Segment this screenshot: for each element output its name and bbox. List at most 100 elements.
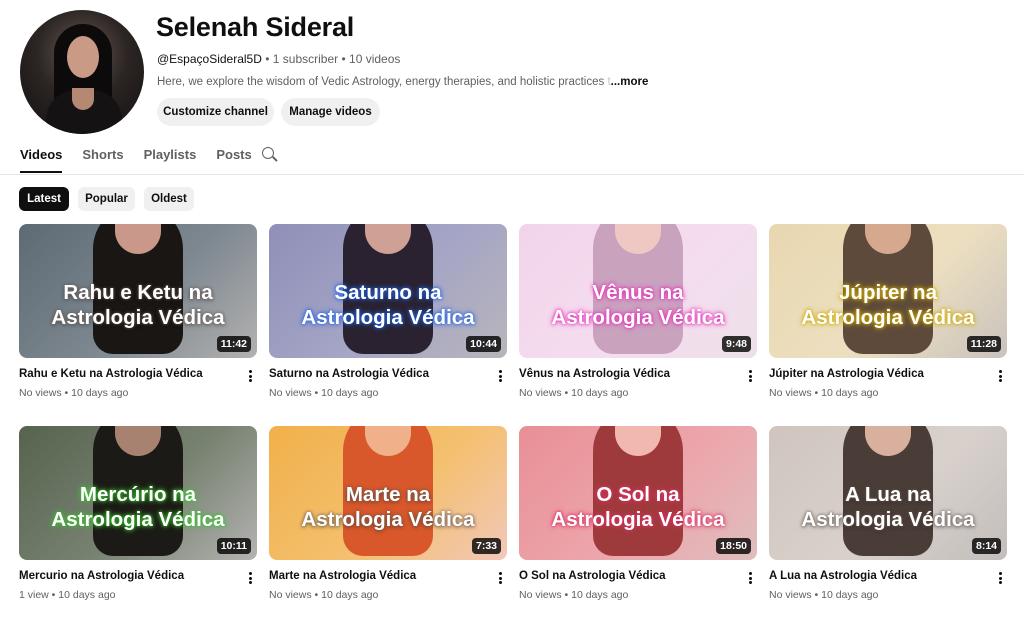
view-count: No views [269, 589, 312, 601]
video-title-row: O Sol na Astrologia Védica [519, 570, 757, 586]
manage-videos-button[interactable]: Manage videos [281, 98, 380, 126]
video-meta: No views • 10 days ago [19, 387, 257, 399]
description-text: Here, we explore the wisdom of Vedic Ast… [157, 76, 605, 88]
video-thumbnail[interactable]: Rahu e Ketu na Astrologia Védica 11:42 [19, 224, 257, 358]
duration-badge: 18:50 [716, 538, 751, 554]
view-count: No views [769, 589, 812, 601]
video-thumbnail[interactable]: Marte na Astrologia Védica 7:33 [269, 426, 507, 560]
video-thumbnail[interactable]: A Lua na Astrologia Védica 8:14 [769, 426, 1007, 560]
video-title[interactable]: Vênus na Astrologia Védica [519, 368, 757, 380]
caption-line: Astrologia Védica [801, 508, 975, 531]
customize-channel-button[interactable]: Customize channel [157, 98, 274, 126]
thumbnail-caption: A Lua na Astrologia Védica [769, 482, 1007, 532]
thumbnail-caption: Rahu e Ketu na Astrologia Védica [19, 280, 257, 330]
video-card[interactable]: O Sol na Astrologia Védica 18:50 O Sol na A… [519, 426, 757, 601]
video-thumbnail[interactable]: Saturno na Astrologia Védica 10:44 [269, 224, 507, 358]
more-vert-icon[interactable] [243, 368, 257, 384]
duration-badge: 11:42 [216, 336, 251, 352]
more-link[interactable]: ...more [611, 76, 649, 88]
duration-badge: 11:28 [966, 336, 1001, 352]
duration-badge: 10:11 [216, 538, 251, 554]
tab-videos[interactable]: Videos [20, 147, 63, 173]
meta-separator: • [561, 387, 572, 399]
meta-separator: • [61, 387, 72, 399]
caption-line: Mercúrio na [79, 483, 197, 506]
channel-description[interactable]: Here, we explore the wisdom of Vedic Ast… [157, 76, 648, 88]
duration-badge: 10:44 [466, 336, 501, 352]
upload-age: 10 days ago [321, 589, 379, 601]
video-meta: No views • 10 days ago [519, 589, 757, 601]
more-vert-icon[interactable] [493, 368, 507, 384]
meta-separator: • [338, 52, 350, 66]
video-meta: No views • 10 days ago [519, 387, 757, 399]
meta-separator: • [311, 589, 322, 601]
video-title[interactable]: A Lua na Astrologia Védica [769, 570, 1007, 582]
search-icon[interactable] [262, 147, 278, 163]
video-card[interactable]: Júpiter na Astrologia Védica 11:28 Júpiter … [769, 224, 1007, 399]
video-title-row: Vênus na Astrologia Védica [519, 368, 757, 384]
video-title-row: Júpiter na Astrologia Védica [769, 368, 1007, 384]
video-title[interactable]: O Sol na Astrologia Védica [519, 570, 757, 582]
video-meta: 1 view • 10 days ago [19, 589, 257, 601]
meta-separator: • [561, 589, 572, 601]
upload-age: 10 days ago [321, 387, 379, 399]
video-thumbnail[interactable]: Vênus na Astrologia Védica 9:48 [519, 224, 757, 358]
more-vert-icon[interactable] [993, 570, 1007, 586]
tab-shorts[interactable]: Shorts [82, 147, 123, 173]
chip-oldest[interactable]: Oldest [144, 187, 194, 211]
video-title[interactable]: Marte na Astrologia Védica [269, 570, 507, 582]
thumbnail-caption: Saturno na Astrologia Védica [269, 280, 507, 330]
video-thumbnail[interactable]: O Sol na Astrologia Védica 18:50 [519, 426, 757, 560]
video-card[interactable]: Saturno na Astrologia Védica 10:44 Saturno … [269, 224, 507, 399]
caption-line: Marte na [345, 483, 431, 506]
chip-popular[interactable]: Popular [78, 187, 135, 211]
caption-line: Vênus na [592, 281, 684, 304]
video-meta: No views • 10 days ago [269, 387, 507, 399]
thumbnail-caption: Mercúrio na Astrologia Védica [19, 482, 257, 532]
caption-line: O Sol na [596, 483, 680, 506]
more-vert-icon[interactable] [743, 368, 757, 384]
caption-line: A Lua na [845, 483, 931, 506]
upload-age: 10 days ago [821, 589, 879, 601]
upload-age: 10 days ago [571, 589, 629, 601]
caption-line: Rahu e Ketu na [63, 281, 213, 304]
video-card[interactable]: Rahu e Ketu na Astrologia Védica 11:42 Rahu… [19, 224, 257, 399]
video-title[interactable]: Júpiter na Astrologia Védica [769, 368, 1007, 380]
video-card[interactable]: Mercúrio na Astrologia Védica 10:11 Mercuri… [19, 426, 257, 601]
video-title[interactable]: Mercurio na Astrologia Védica [19, 570, 257, 582]
duration-badge: 8:14 [971, 538, 1001, 554]
tab-playlists[interactable]: Playlists [144, 147, 197, 173]
thumbnail-caption: Vênus na Astrologia Védica [519, 280, 757, 330]
channel-name: Selenah Sideral [156, 12, 355, 42]
channel-tabs: Videos Shorts Playlists Posts [20, 147, 272, 175]
video-thumbnail[interactable]: Júpiter na Astrologia Védica 11:28 [769, 224, 1007, 358]
channel-avatar[interactable] [20, 10, 144, 134]
chip-latest[interactable]: Latest [19, 187, 69, 211]
duration-badge: 7:33 [471, 538, 501, 554]
duration-badge: 9:48 [721, 336, 751, 352]
caption-line: Astrologia Védica [551, 306, 725, 329]
upload-age: 10 days ago [821, 387, 879, 399]
more-vert-icon[interactable] [493, 570, 507, 586]
more-vert-icon[interactable] [243, 570, 257, 586]
caption-line: Astrologia Védica [301, 508, 475, 531]
video-title[interactable]: Saturno na Astrologia Védica [269, 368, 507, 380]
view-count: No views [519, 387, 562, 399]
subscriber-count: 1 subscriber [272, 52, 339, 66]
meta-separator: • [811, 387, 822, 399]
more-vert-icon[interactable] [993, 368, 1007, 384]
video-count: 10 videos [349, 52, 401, 66]
video-card[interactable]: Marte na Astrologia Védica 7:33 Marte na As… [269, 426, 507, 601]
video-thumbnail[interactable]: Mercúrio na Astrologia Védica 10:11 [19, 426, 257, 560]
caption-line: Astrologia Védica [551, 508, 725, 531]
view-count: No views [769, 387, 812, 399]
channel-handle: @EspaçoSideral5D [157, 52, 262, 66]
upload-age: 10 days ago [58, 589, 116, 601]
tab-posts[interactable]: Posts [216, 147, 251, 173]
video-card[interactable]: A Lua na Astrologia Védica 8:14 A Lua na As… [769, 426, 1007, 601]
video-title[interactable]: Rahu e Ketu na Astrologia Védica [19, 368, 257, 380]
video-card[interactable]: Vênus na Astrologia Védica 9:48 Vênus na As… [519, 224, 757, 399]
tabs-divider [0, 174, 1024, 175]
more-vert-icon[interactable] [743, 570, 757, 586]
video-title-row: Saturno na Astrologia Védica [269, 368, 507, 384]
